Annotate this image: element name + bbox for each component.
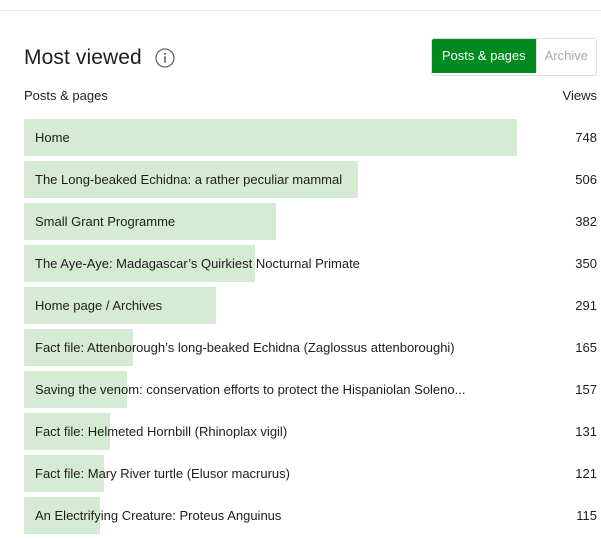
post-title-link[interactable]: Home page / Archives [35, 287, 162, 324]
views-count: 157 [575, 382, 597, 397]
column-header-posts-pages: Posts & pages [24, 88, 108, 103]
post-title-link[interactable]: Saving the venom: conservation efforts t… [35, 371, 465, 408]
views-count: 121 [575, 466, 597, 481]
list-item[interactable]: Fact file: Helmeted Hornbill (Rhinoplax … [24, 413, 597, 450]
views-bar [24, 119, 517, 156]
most-viewed-list: Home 748 The Long-beaked Echidna: a rather… [24, 119, 597, 539]
list-item[interactable]: The Aye-Aye: Madagascar’s Quirkiest Noct… [24, 245, 597, 282]
views-count: 748 [575, 130, 597, 145]
list-item[interactable]: The Long-beaked Echidna: a rather peculi… [24, 161, 597, 198]
list-item[interactable]: Saving the venom: conservation efforts t… [24, 371, 597, 408]
column-header-views: Views [562, 88, 597, 103]
widget-title: Most viewed [24, 46, 142, 69]
info-circle-icon[interactable] [154, 47, 176, 69]
view-toggle: Posts & pages Archive [430, 38, 597, 76]
posts-pages-toggle-button[interactable]: Posts & pages [431, 39, 536, 73]
views-count: 131 [575, 424, 597, 439]
post-title-link[interactable]: An Electrifying Creature: Proteus Anguin… [35, 497, 281, 534]
list-item[interactable]: Fact file: Mary River turtle (Elusor mac… [24, 455, 597, 492]
list-item[interactable]: Fact file: Attenborough’s long-beaked Ec… [24, 329, 597, 366]
views-count: 382 [575, 214, 597, 229]
post-title-link[interactable]: Fact file: Helmeted Hornbill (Rhinoplax … [35, 413, 287, 450]
post-title-link[interactable]: Fact file: Mary River turtle (Elusor mac… [35, 455, 290, 492]
list-item[interactable]: An Electrifying Creature: Proteus Anguin… [24, 497, 597, 534]
post-title-link[interactable]: Fact file: Attenborough’s long-beaked Ec… [35, 329, 455, 366]
post-title-link[interactable]: The Long-beaked Echidna: a rather peculi… [35, 161, 342, 198]
list-item[interactable]: Home 748 [24, 119, 597, 156]
list-item[interactable]: Small Grant Programme 382 [24, 203, 597, 240]
widget-header: Most viewed Posts & pages Archive [24, 38, 597, 78]
views-count: 115 [576, 508, 597, 523]
post-title-link[interactable]: Home [35, 119, 70, 156]
column-headers: Posts & pages Views [24, 88, 597, 108]
post-title-link[interactable]: Small Grant Programme [35, 203, 175, 240]
post-title-link[interactable]: The Aye-Aye: Madagascar’s Quirkiest Noct… [35, 245, 360, 282]
views-count: 291 [575, 298, 597, 313]
views-count: 506 [575, 172, 597, 187]
list-item[interactable]: Home page / Archives 291 [24, 287, 597, 324]
archive-toggle-button[interactable]: Archive [535, 39, 596, 73]
views-count: 165 [575, 340, 597, 355]
top-divider [0, 10, 601, 11]
views-count: 350 [575, 256, 597, 271]
